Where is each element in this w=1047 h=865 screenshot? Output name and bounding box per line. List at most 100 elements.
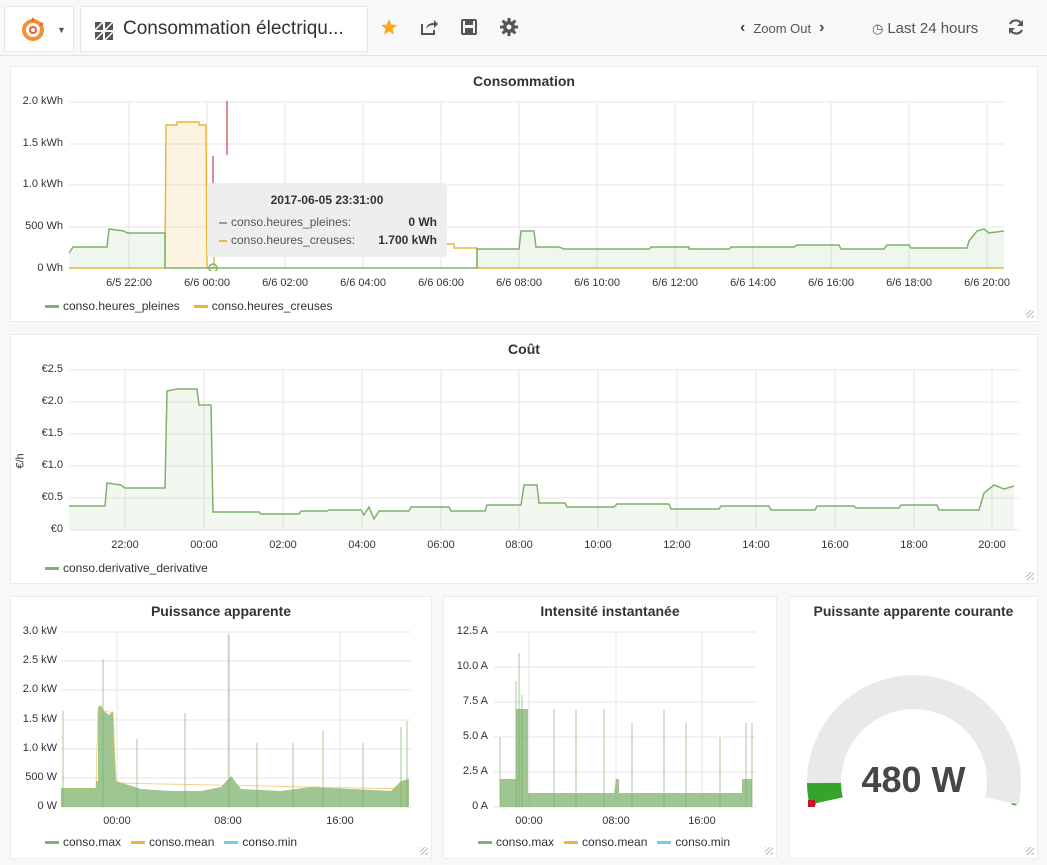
legend-item[interactable]: conso.min bbox=[657, 835, 730, 849]
chevron-right-icon[interactable]: › bbox=[819, 19, 824, 37]
y-tick: €1.0 bbox=[41, 459, 63, 471]
panel-intensite-instantanee: Intensité instantanée 12.5 A 10.0 A 7.5 … bbox=[443, 596, 777, 859]
legend-item[interactable]: conso.max bbox=[45, 835, 121, 849]
cout-plot[interactable] bbox=[69, 369, 1019, 533]
chevron-left-icon[interactable]: ‹ bbox=[740, 19, 745, 37]
legend: conso.heures_pleines conso.heures_creuse… bbox=[45, 299, 333, 313]
x-tick: 10:00 bbox=[584, 539, 612, 551]
legend-item[interactable]: conso.mean bbox=[131, 835, 214, 849]
legend: conso.max conso.mean conso.min bbox=[45, 835, 297, 849]
x-tick: 16:00 bbox=[326, 815, 354, 827]
x-tick: 6/6 10:00 bbox=[574, 277, 620, 289]
graph-tooltip: 2017-06-05 23:31:00 conso.heures_pleines… bbox=[207, 183, 447, 257]
y-tick: 0 W bbox=[37, 800, 57, 812]
y-tick: 1.0 kWh bbox=[22, 178, 63, 190]
legend-item[interactable]: conso.mean bbox=[564, 835, 647, 849]
y-tick: 1.5 kWh bbox=[22, 137, 63, 149]
x-tick: 08:00 bbox=[602, 815, 630, 827]
x-tick: 6/6 00:00 bbox=[184, 277, 230, 289]
chevron-down-icon: ▼ bbox=[57, 25, 66, 35]
x-tick: 08:00 bbox=[214, 815, 242, 827]
star-icon[interactable] bbox=[378, 16, 400, 38]
y-tick: 2.0 kW bbox=[22, 683, 57, 695]
zoom-controls: ‹ Zoom Out › bbox=[740, 14, 824, 42]
panel-title[interactable]: Puissante apparente courante bbox=[790, 603, 1037, 619]
y-tick: €0 bbox=[50, 523, 63, 535]
resize-handle[interactable] bbox=[1026, 847, 1034, 855]
x-tick: 6/6 12:00 bbox=[652, 277, 698, 289]
x-tick: 16:00 bbox=[688, 815, 716, 827]
x-tick: 6/6 06:00 bbox=[418, 277, 464, 289]
gauge-value: 480 W bbox=[861, 759, 966, 800]
grafana-logo-icon bbox=[22, 17, 44, 41]
clock-icon: ◷ bbox=[872, 20, 884, 36]
resize-handle[interactable] bbox=[1026, 310, 1034, 318]
save-icon[interactable] bbox=[458, 16, 480, 38]
dashboard-picker[interactable]: Consommation électriqu... bbox=[80, 6, 368, 52]
x-tick: 14:00 bbox=[742, 539, 770, 551]
legend-item[interactable]: conso.min bbox=[224, 835, 297, 849]
x-tick: 6/6 16:00 bbox=[808, 277, 854, 289]
x-tick: 04:00 bbox=[348, 539, 376, 551]
x-tick: 6/6 02:00 bbox=[262, 277, 308, 289]
x-tick: 16:00 bbox=[821, 539, 849, 551]
panel-cout: Coût €/h €2.5 €2.0 €1.5 €1.0 €0.5 €0 22:… bbox=[10, 334, 1038, 584]
y-tick: 0 A bbox=[472, 800, 488, 812]
refresh-icon[interactable] bbox=[1005, 16, 1027, 38]
x-tick: 00:00 bbox=[103, 815, 131, 827]
x-tick: 02:00 bbox=[269, 539, 297, 551]
x-tick: 00:00 bbox=[515, 815, 543, 827]
time-range-label: Last 24 hours bbox=[887, 20, 979, 37]
tooltip-row: conso.heures_pleines: 0 Wh bbox=[219, 215, 437, 229]
legend-item[interactable]: conso.heures_creuses bbox=[193, 299, 333, 313]
tooltip-row: conso.heures_creuses: 1.700 kWh bbox=[219, 233, 437, 247]
y-tick: 1.5 kW bbox=[22, 713, 57, 725]
x-tick: 6/6 18:00 bbox=[886, 277, 932, 289]
x-tick: 6/6 08:00 bbox=[496, 277, 542, 289]
panel-consommation: Consommation 2.0 kWh 1.5 kWh 1.0 kWh 500… bbox=[10, 66, 1038, 322]
puissance-plot[interactable] bbox=[61, 631, 411, 809]
resize-handle[interactable] bbox=[1026, 572, 1034, 580]
y-tick: €0.5 bbox=[41, 491, 63, 503]
x-tick: 6/6 14:00 bbox=[730, 277, 776, 289]
panel-title[interactable]: Coût bbox=[11, 341, 1037, 357]
legend-item[interactable]: conso.derivative_derivative bbox=[45, 561, 208, 575]
top-navbar: ▼ Consommation électriqu... ‹ Zoom Out ›… bbox=[0, 0, 1047, 56]
x-tick: 22:00 bbox=[111, 539, 139, 551]
legend: conso.derivative_derivative bbox=[45, 561, 208, 575]
panel-title[interactable]: Consommation bbox=[11, 73, 1037, 89]
zoom-out-button[interactable]: Zoom Out bbox=[753, 21, 811, 36]
dashboard-grid-icon bbox=[95, 22, 113, 40]
dashboard-title: Consommation électriqu... bbox=[123, 18, 344, 39]
y-tick: 2.5 A bbox=[462, 765, 488, 777]
y-tick: 1.0 kW bbox=[22, 742, 57, 754]
series-max-bars bbox=[500, 709, 752, 807]
legend: conso.max conso.mean conso.min bbox=[478, 835, 730, 849]
y-tick: 3.0 kW bbox=[22, 625, 57, 637]
resize-handle[interactable] bbox=[765, 847, 773, 855]
x-tick: 6/5 22:00 bbox=[106, 277, 152, 289]
x-tick: 20:00 bbox=[978, 539, 1006, 551]
y-tick: 2.0 kWh bbox=[22, 95, 63, 107]
y-tick: 5.0 A bbox=[462, 730, 488, 742]
y-tick: 7.5 A bbox=[462, 695, 488, 707]
y-tick: 2.5 kW bbox=[22, 654, 57, 666]
x-tick: 18:00 bbox=[900, 539, 928, 551]
x-tick: 00:00 bbox=[190, 539, 218, 551]
series-heures-creuses-area bbox=[166, 122, 206, 268]
time-picker[interactable]: ◷ Last 24 hours bbox=[872, 20, 978, 37]
resize-handle[interactable] bbox=[420, 847, 428, 855]
intensite-plot[interactable] bbox=[494, 631, 756, 809]
panel-title[interactable]: Puissance apparente bbox=[11, 603, 431, 619]
grafana-menu-button[interactable]: ▼ bbox=[4, 6, 74, 52]
legend-item[interactable]: conso.max bbox=[478, 835, 554, 849]
share-icon[interactable] bbox=[418, 16, 440, 38]
gauge-threshold-marker bbox=[808, 800, 815, 807]
legend-item[interactable]: conso.heures_pleines bbox=[45, 299, 180, 313]
panel-title[interactable]: Intensité instantanée bbox=[444, 603, 776, 619]
x-tick: 06:00 bbox=[427, 539, 455, 551]
panel-gauge: Puissante apparente courante 480 W bbox=[789, 596, 1038, 859]
settings-gear-icon[interactable] bbox=[498, 16, 520, 38]
x-tick: 12:00 bbox=[663, 539, 691, 551]
tooltip-time: 2017-06-05 23:31:00 bbox=[270, 193, 384, 207]
